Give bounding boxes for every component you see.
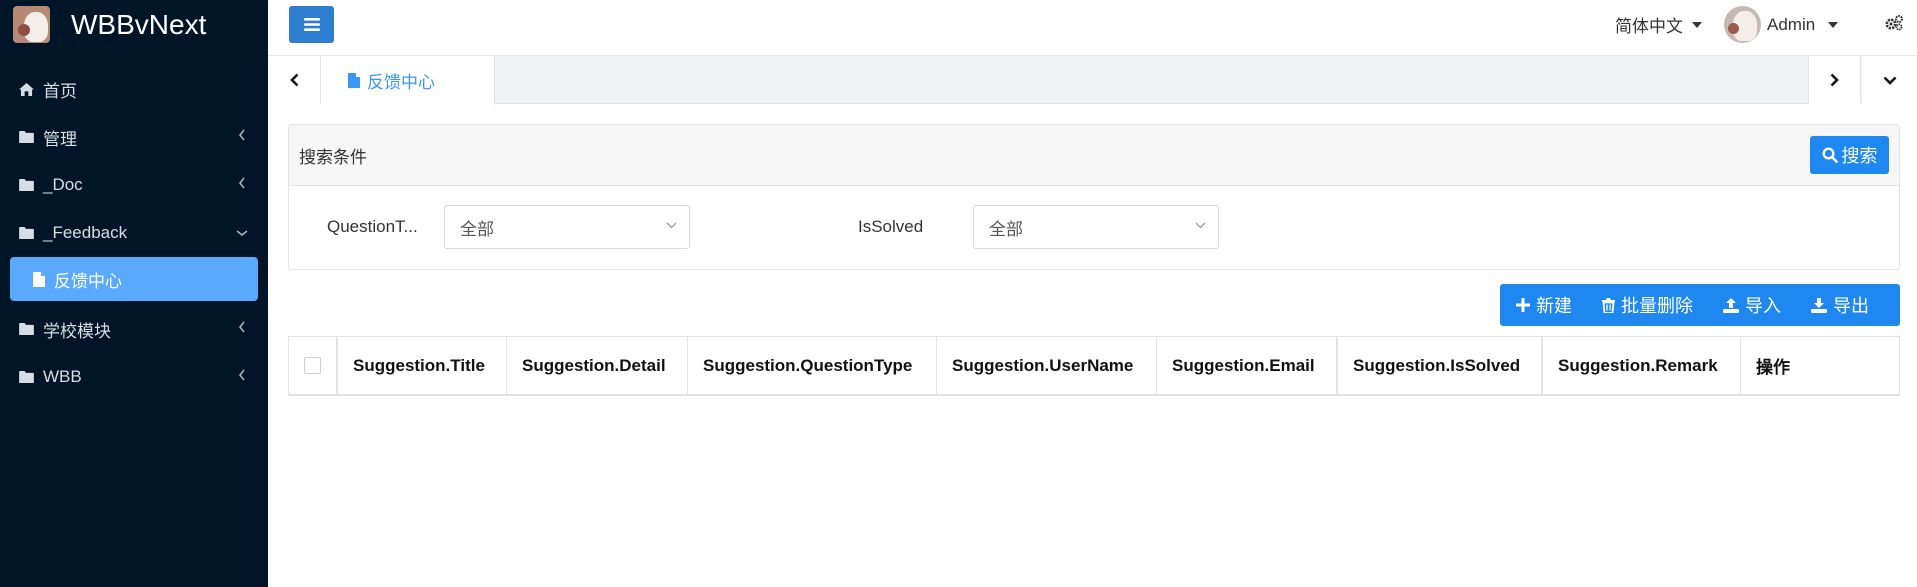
column-header-remark[interactable]: Suggestion.Remark (1543, 337, 1741, 394)
download-icon (1811, 297, 1827, 313)
language-label: 简体中文 (1615, 17, 1683, 36)
sidebar-toggle-button[interactable] (289, 6, 334, 43)
column-header-question-type[interactable]: Suggestion.QuestionType (688, 337, 937, 394)
search-panel-title: 搜索条件 (299, 147, 367, 167)
top-header: 简体中文 Admin (268, 0, 1917, 56)
chevron-left-icon (238, 177, 245, 189)
app-title: WBBvNext (71, 8, 207, 40)
search-button[interactable]: 搜索 (1810, 136, 1889, 174)
home-icon (19, 82, 34, 96)
batch-delete-button-label: 批量删除 (1621, 296, 1693, 316)
tab-menu-button[interactable] (1862, 56, 1917, 104)
chevron-left-icon (238, 129, 245, 141)
file-icon (33, 271, 45, 287)
plus-icon (1516, 298, 1530, 312)
sidebar-item-wbb[interactable]: WBB (0, 353, 268, 401)
sidebar-item-school[interactable]: 学校模块 (0, 305, 268, 353)
sidebar-item-label: _Doc (43, 175, 83, 194)
search-panel-header: 搜索条件 搜索 (289, 125, 1899, 186)
tab-bar: 反馈中心 (268, 56, 1917, 105)
export-button-label: 导出 (1833, 296, 1869, 316)
search-button-label: 搜索 (1841, 146, 1878, 166)
batch-delete-button[interactable]: 批量删除 (1587, 284, 1708, 326)
caret-down-icon (1692, 21, 1702, 28)
search-icon (1821, 147, 1838, 163)
chevron-down-icon (1883, 76, 1896, 85)
select-value: 全部 (989, 219, 1023, 239)
new-button-label: 新建 (1536, 296, 1572, 316)
sidebar-subitem-label: 反馈中心 (54, 271, 122, 291)
folder-icon (19, 227, 34, 239)
column-header-detail[interactable]: Suggestion.Detail (507, 337, 688, 394)
is-solved-select[interactable]: 全部 (973, 205, 1219, 249)
folder-icon (19, 131, 34, 143)
sidebar-item-manage[interactable]: 管理 (0, 113, 268, 161)
chevron-right-icon (1830, 73, 1839, 87)
sidebar-subitem-feedback-center[interactable]: 反馈中心 (10, 257, 258, 301)
sidebar-item-label: 管理 (43, 129, 77, 149)
sidebar-item-doc[interactable]: _Doc (0, 161, 268, 209)
sidebar-item-label: _Feedback (43, 223, 128, 242)
app-logo (13, 6, 50, 43)
folder-icon (19, 179, 34, 191)
sidebar-menu: 首页 管理 _Doc _Feedback 反馈中心 学校模块 WBB (0, 65, 268, 401)
folder-icon (19, 323, 34, 335)
user-name: Admin (1767, 14, 1816, 34)
new-button[interactable]: 新建 (1500, 284, 1587, 326)
chevron-left-icon (289, 73, 298, 87)
column-header-title[interactable]: Suggestion.Title (338, 337, 507, 394)
question-type-label: QuestionT... (327, 217, 418, 236)
sidebar-item-label: 学校模块 (43, 321, 111, 341)
action-toolbar: 新建 批量删除 导入 导出 (1500, 284, 1900, 326)
select-all-checkbox[interactable] (304, 357, 321, 374)
language-selector[interactable]: 简体中文 (1615, 12, 1702, 37)
gears-icon (1885, 15, 1903, 31)
chevron-left-icon (238, 369, 245, 381)
column-header-user-name[interactable]: Suggestion.UserName (937, 337, 1157, 394)
chevron-left-icon (238, 321, 245, 333)
sidebar: WBBvNext 首页 管理 _Doc _Feedback 反馈中心 学校模块 (0, 0, 268, 587)
avatar (1724, 6, 1761, 43)
import-button-label: 导入 (1745, 296, 1781, 316)
suggestion-table: Suggestion.Title Suggestion.Detail Sugge… (288, 336, 1900, 396)
upload-icon (1723, 297, 1739, 313)
select-all-cell (289, 337, 338, 394)
export-button[interactable]: 导出 (1796, 284, 1884, 326)
chevron-down-icon (1195, 222, 1206, 229)
file-icon (348, 73, 360, 88)
chevron-down-icon (236, 230, 248, 237)
column-header-email[interactable]: Suggestion.Email (1157, 337, 1338, 394)
import-button[interactable]: 导入 (1708, 284, 1796, 326)
is-solved-label: IsSolved (858, 217, 924, 236)
tab-feedback-center[interactable]: 反馈中心 (321, 56, 495, 105)
search-panel: 搜索条件 搜索 QuestionT... 全部 IsSolved 全部 (288, 124, 1900, 270)
trash-icon (1602, 297, 1615, 313)
select-value: 全部 (460, 219, 494, 239)
chevron-down-icon (666, 222, 677, 229)
question-type-select[interactable]: 全部 (444, 205, 690, 249)
user-menu[interactable]: Admin (1724, 6, 1839, 43)
brand: WBBvNext (0, 0, 268, 49)
tab-scroll-right-button[interactable] (1808, 56, 1861, 104)
tab-scroll-left-button[interactable] (268, 56, 321, 104)
sidebar-item-label: 首页 (43, 81, 77, 101)
tab-label: 反馈中心 (367, 73, 435, 92)
column-header-actions: 操作 (1756, 358, 1790, 377)
folder-icon (19, 371, 34, 383)
sidebar-item-feedback[interactable]: _Feedback (0, 209, 268, 257)
sidebar-item-label: WBB (43, 367, 82, 386)
hamburger-icon (303, 18, 320, 31)
sidebar-item-home[interactable]: 首页 (0, 65, 268, 113)
settings-button[interactable] (1884, 14, 1904, 36)
column-header-is-solved[interactable]: Suggestion.IsSolved (1338, 337, 1543, 394)
caret-down-icon (1828, 21, 1839, 28)
